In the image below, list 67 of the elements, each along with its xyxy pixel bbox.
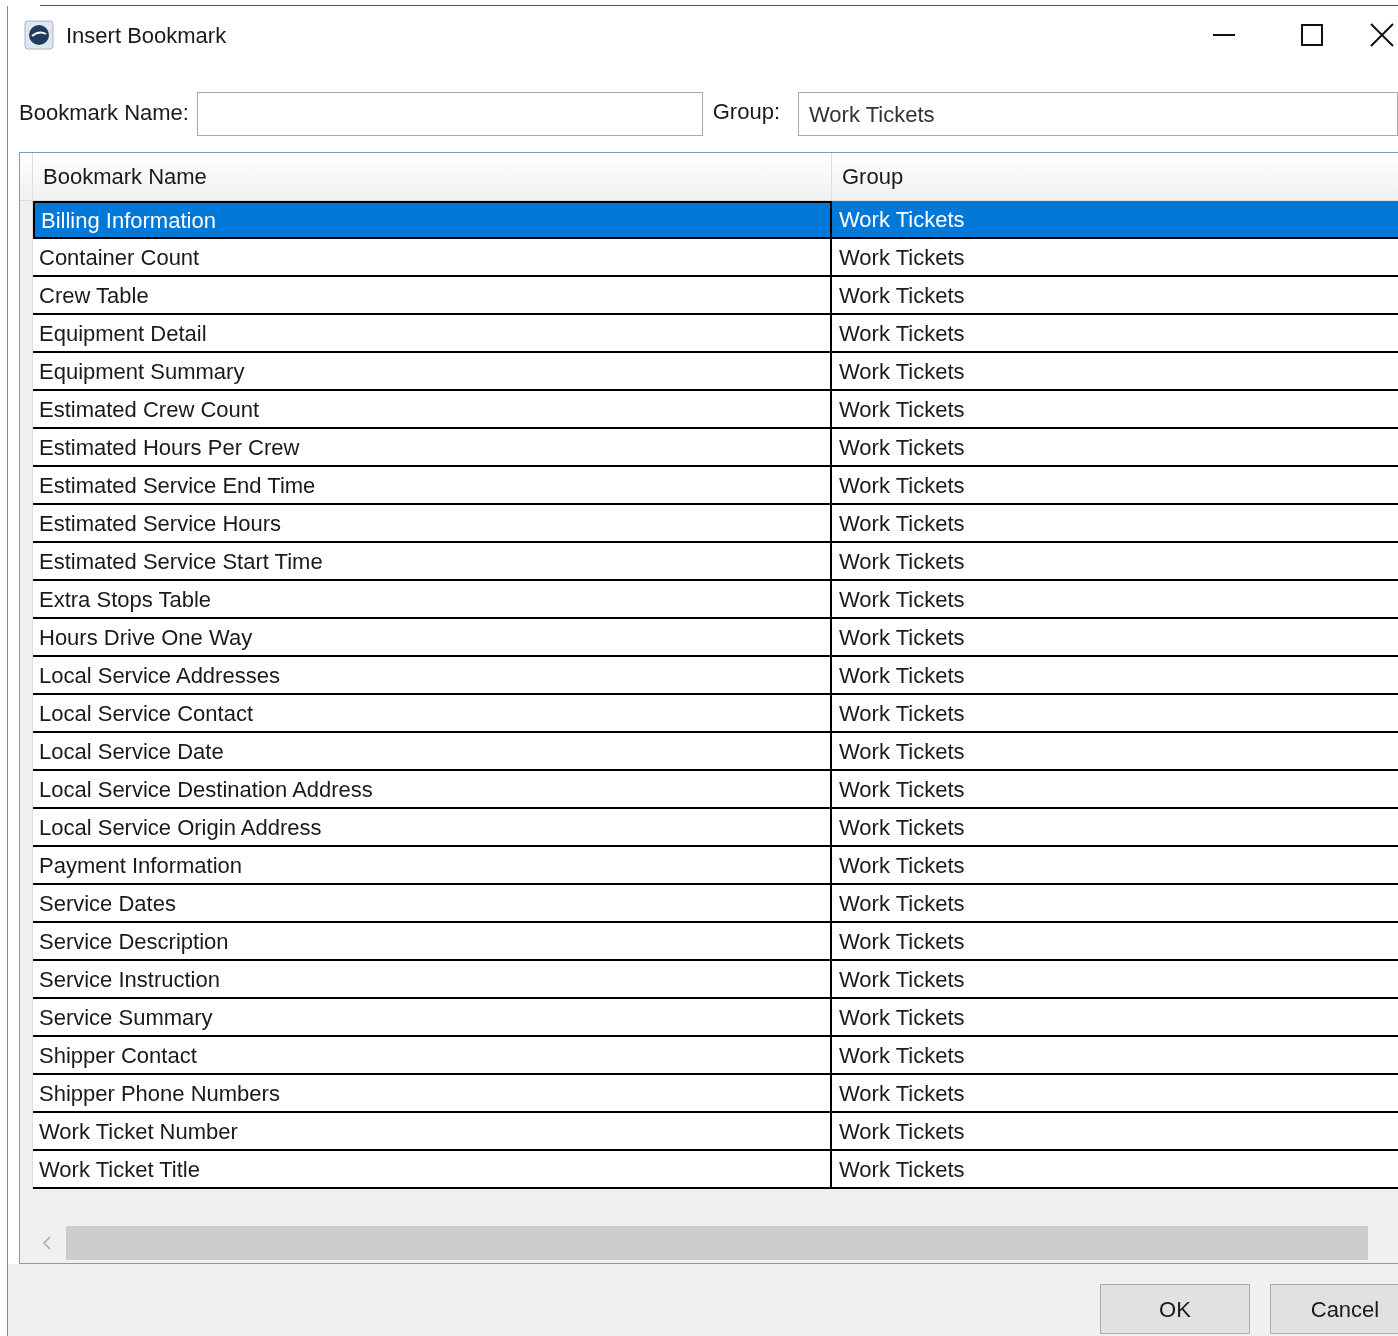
table-cell[interactable]: Work Ticket Title — [33, 1151, 832, 1189]
table-cell[interactable]: Work Tickets — [832, 847, 1398, 885]
table-cell[interactable]: Work Tickets — [832, 961, 1398, 999]
table-cell[interactable]: Work Tickets — [832, 201, 1398, 239]
table-cell[interactable]: Service Dates — [33, 885, 832, 923]
table-cell[interactable]: Local Service Origin Address — [33, 809, 832, 847]
table-cell[interactable]: Work Tickets — [832, 657, 1398, 695]
field-label: Group: — [712, 98, 780, 126]
table-cell[interactable]: Estimated Hours Per Crew — [33, 429, 832, 467]
table-cell[interactable]: Estimated Service End Time — [33, 467, 832, 505]
group-dropdown[interactable]: Work Tickets — [798, 92, 1398, 136]
close-icon — [1370, 23, 1394, 47]
table-cell[interactable]: Work Tickets — [832, 581, 1398, 619]
table-cell[interactable]: Crew Table — [33, 277, 832, 315]
app-icon — [24, 20, 54, 50]
table-cell[interactable]: Equipment Detail — [33, 315, 832, 353]
table-cell[interactable]: Work Tickets — [832, 239, 1398, 277]
scrollbar-thumb[interactable] — [66, 1226, 1368, 1260]
table-cell[interactable]: Work Tickets — [832, 923, 1398, 961]
column-header[interactable]: Bookmark Name — [33, 153, 832, 200]
field-label: Bookmark Name: — [19, 99, 189, 127]
table-cell[interactable]: Work Tickets — [832, 353, 1398, 391]
table-cell[interactable]: Work Tickets — [832, 505, 1398, 543]
table-cell[interactable]: Billing Information — [33, 201, 832, 239]
table-cell[interactable]: Work Tickets — [832, 1037, 1398, 1075]
bookmark-name-field[interactable] — [196, 92, 703, 136]
table-cell[interactable]: Work Tickets — [832, 429, 1398, 467]
table-cell[interactable]: Work Tickets — [832, 1075, 1398, 1113]
column-header[interactable]: Group — [832, 153, 1398, 200]
table-cell[interactable]: Work Tickets — [832, 809, 1398, 847]
table-cell[interactable]: Work Tickets — [832, 695, 1398, 733]
table-cell[interactable]: Work Tickets — [832, 1113, 1398, 1151]
table-cell[interactable]: Work Tickets — [832, 885, 1398, 923]
scroll-left-icon[interactable] — [42, 1235, 52, 1251]
table-cell[interactable]: Equipment Summary — [33, 353, 832, 391]
cancel-button[interactable]: Cancel — [1270, 1284, 1398, 1334]
table-cell[interactable]: Service Instruction — [33, 961, 832, 999]
table-cell[interactable]: Local Service Addresses — [33, 657, 832, 695]
maximize-icon — [1301, 24, 1323, 46]
table-cell[interactable]: Service Summary — [33, 999, 832, 1037]
table-cell[interactable]: Local Service Date — [33, 733, 832, 771]
table-cell[interactable]: Work Tickets — [832, 315, 1398, 353]
table-cell[interactable]: Work Tickets — [832, 619, 1398, 657]
table-cell[interactable]: Shipper Contact — [33, 1037, 832, 1075]
table-cell[interactable]: Work Tickets — [832, 733, 1398, 771]
table-cell[interactable]: Work Tickets — [832, 771, 1398, 809]
table-cell[interactable]: Estimated Service Start Time — [33, 543, 832, 581]
table-cell[interactable]: Local Service Destination Address — [33, 771, 832, 809]
table-cell[interactable]: Work Tickets — [832, 467, 1398, 505]
table-cell[interactable]: Work Ticket Number — [33, 1113, 832, 1151]
window-title: Insert Bookmark — [66, 21, 227, 50]
table-cell[interactable]: Work Tickets — [832, 543, 1398, 581]
table-cell[interactable]: Payment Information — [33, 847, 832, 885]
table-cell[interactable]: Local Service Contact — [33, 695, 832, 733]
table-cell[interactable]: Service Description — [33, 923, 832, 961]
minimize-icon — [1213, 34, 1235, 36]
table-cell[interactable]: Work Tickets — [832, 1151, 1398, 1189]
table-cell[interactable]: Estimated Crew Count — [33, 391, 832, 429]
table-cell[interactable]: Work Tickets — [832, 391, 1398, 429]
table-cell[interactable]: Container Count — [33, 239, 832, 277]
ok-button[interactable]: OK — [1100, 1284, 1250, 1334]
table-cell[interactable]: Extra Stops Table — [33, 581, 832, 619]
table-cell[interactable]: Hours Drive One Way — [33, 619, 832, 657]
table-cell[interactable]: Estimated Service Hours — [33, 505, 832, 543]
table-cell[interactable]: Work Tickets — [832, 277, 1398, 315]
table-cell[interactable]: Work Tickets — [832, 999, 1398, 1037]
table-cell[interactable]: Shipper Phone Numbers — [33, 1075, 832, 1113]
